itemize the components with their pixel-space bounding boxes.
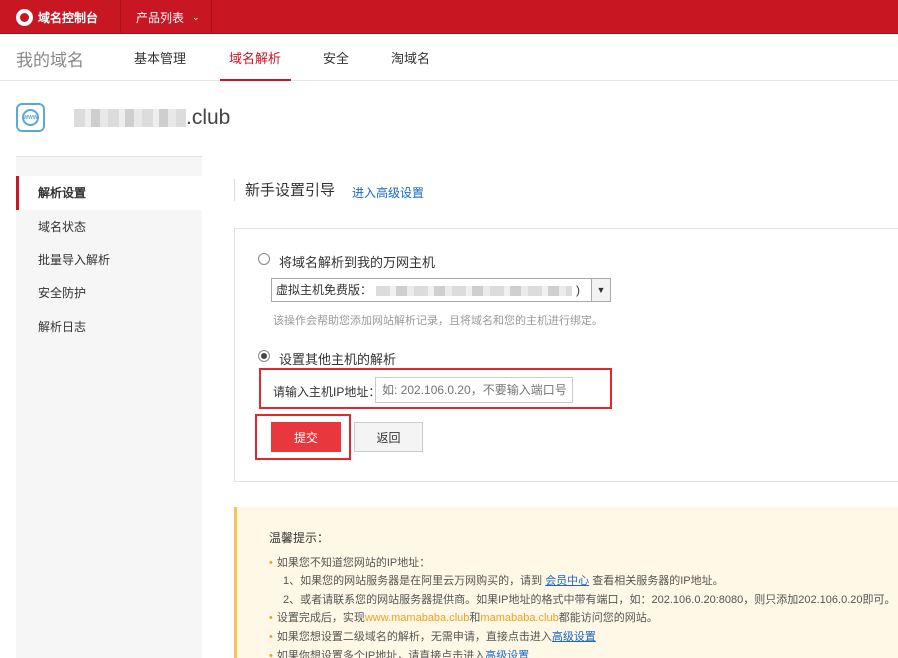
www-globe-icon: WWW <box>16 103 45 132</box>
radio-wanwang-host-label: 将域名解析到我的万网主机 <box>279 255 436 270</box>
tip-line-6: • 如果你想设置多个IP地址，请直接点击进入高级设置 <box>269 647 529 658</box>
product-list-menu[interactable]: 产品列表 ⌄ <box>120 0 212 34</box>
tip-line-3: 2、或者请联系您的网站服务器提供商。如果IP地址的格式中带有端口，如：202.1… <box>283 591 896 607</box>
tip-line-1: • 如果您不知道您网站的IP地址： <box>269 554 430 570</box>
tips-title: 温馨提示： <box>269 531 330 545</box>
bullet-icon: • <box>269 631 273 643</box>
brand-label: 域名控制台 <box>38 10 99 25</box>
host-select-prefix: 虚拟主机免费版： <box>276 283 373 297</box>
root-domain-text: mamababa.club <box>480 612 559 624</box>
www-domain-text: www.mamababa.club <box>364 612 470 624</box>
tip-text: 和 <box>469 612 481 624</box>
sidebar-item-batch-import[interactable]: 批量导入解析 <box>16 243 202 277</box>
tab-security[interactable]: 安全 <box>323 48 349 67</box>
tab-dns-resolution[interactable]: 域名解析 <box>229 48 281 67</box>
member-center-link[interactable]: 会员中心 <box>545 575 589 587</box>
sidebar-item-domain-status[interactable]: 域名状态 <box>16 210 202 244</box>
bullet-icon: • <box>269 650 273 658</box>
sidebar-item-security-protection[interactable]: 安全防护 <box>16 276 202 310</box>
tip-line-5: • 如果您想设置二级域名的解析，无需申请，直接点击进入高级设置 <box>269 628 596 644</box>
top-bar: 域名控制台 产品列表 ⌄ <box>0 0 898 34</box>
radio-wanwang-host[interactable] <box>258 253 270 265</box>
tip-line-4: • 设置完成后，实现www.mamababa.club和mamababa.club… <box>269 609 658 625</box>
tips-box: 温馨提示： • 如果您不知道您网站的IP地址： 1、如果您的网站服务器是在阿里云万… <box>234 507 898 658</box>
option-hint-text: 该操作会帮助您添加网站解析记录，且将域名和您的主机进行绑定。 <box>273 315 603 327</box>
select-chevron-down-icon[interactable]: ▼ <box>591 279 610 301</box>
tip-text: 2、或者请联系您的网站服务器提供商。如果IP地址的格式中带有端口，如：202.1… <box>283 594 896 606</box>
section-title: 新手设置引导 <box>234 179 335 201</box>
tip-text: 1、如果您的网站服务器是在阿里云万网购买的，请到 <box>283 575 543 587</box>
bullet-icon: • <box>269 612 273 624</box>
sidebar: 解析设置 域名状态 批量导入解析 安全防护 解析日志 <box>16 156 202 658</box>
tab-basic-management[interactable]: 基本管理 <box>134 48 186 67</box>
radio-other-host[interactable] <box>258 350 270 362</box>
tip-text: 如果您想设置二级域名的解析，无需申请，直接点击进入 <box>276 631 552 643</box>
www-icon-text: WWW <box>22 109 39 126</box>
brand-logo-icon <box>16 8 33 26</box>
tip-line-2: 1、如果您的网站服务器是在阿里云万网购买的，请到 会员中心 查看相关服务器的IP… <box>283 572 724 588</box>
bullet-icon: • <box>269 557 273 569</box>
tip-text: 设置完成后，实现 <box>276 612 365 624</box>
page-title: 我的域名 <box>16 51 84 70</box>
back-button[interactable]: 返回 <box>354 422 423 452</box>
chevron-down-icon: ⌄ <box>192 11 200 22</box>
domain-suffix: .club <box>186 106 231 129</box>
host-select[interactable]: 虚拟主机免费版：) ▼ <box>271 278 611 302</box>
advanced-settings-link-2[interactable]: 高级设置 <box>552 631 596 643</box>
domain-name-redacted <box>74 109 186 127</box>
tip-text: 查看相关服务器的IP地址。 <box>592 575 724 587</box>
sidebar-item-dns-log[interactable]: 解析日志 <box>16 310 202 344</box>
radio-other-host-label: 设置其他主机的解析 <box>279 352 397 367</box>
sidebar-item-dns-settings[interactable]: 解析设置 <box>16 176 202 210</box>
advanced-settings-link-3[interactable]: 高级设置 <box>485 650 529 658</box>
tip-text: 如果你想设置多个IP地址，请直接点击进入 <box>276 650 486 658</box>
ip-address-label: 请输入主机IP地址： <box>273 385 381 399</box>
tab-domain-market[interactable]: 淘域名 <box>391 48 430 67</box>
host-select-redacted <box>376 285 573 296</box>
host-select-suffix: ) <box>576 283 581 297</box>
main-nav: 我的域名 基本管理 域名解析 安全 淘域名 <box>0 34 898 81</box>
tip-text: 如果您不知道您网站的IP地址： <box>276 557 431 569</box>
brand[interactable]: 域名控制台 <box>0 0 120 34</box>
advanced-settings-link[interactable]: 进入高级设置 <box>352 184 424 201</box>
product-list-label: 产品列表 <box>136 10 185 25</box>
ip-address-input[interactable] <box>375 377 573 403</box>
submit-button[interactable]: 提交 <box>271 422 341 452</box>
tip-text: 都能访问您的网站。 <box>558 612 658 624</box>
domain-header: WWW .club <box>0 81 898 156</box>
